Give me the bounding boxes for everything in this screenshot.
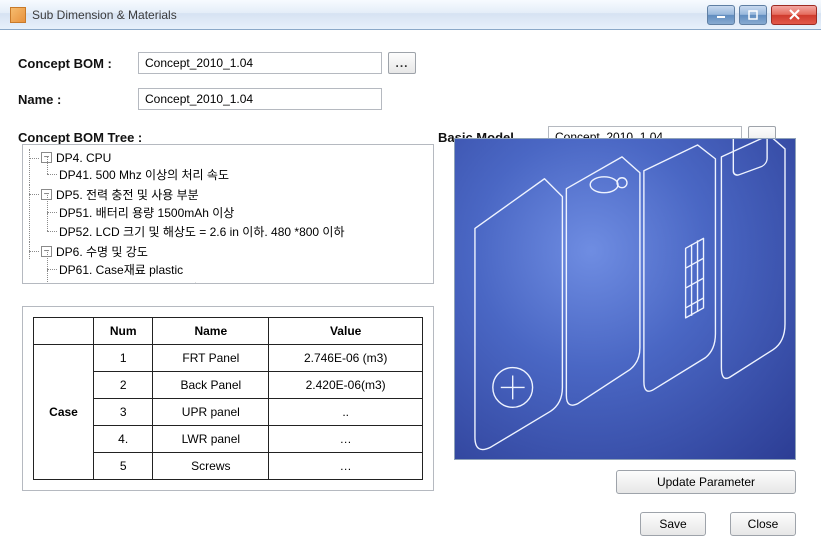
tree-node-label: DP61. Case재료 plastic (59, 263, 183, 277)
tree-node-label: DP4. CPU (56, 151, 111, 165)
cell-num: 3 (94, 399, 153, 426)
ellipsis-icon: ... (395, 56, 408, 70)
concept-bom-browse-button[interactable]: ... (388, 52, 416, 74)
cell-name: FRT Panel (153, 345, 269, 372)
window-titlebar: Sub Dimension & Materials (0, 0, 821, 30)
window-title: Sub Dimension & Materials (32, 8, 703, 22)
cell-value: … (269, 453, 423, 480)
button-label: Update Parameter (657, 475, 755, 489)
cell-value: … (269, 426, 423, 453)
save-button[interactable]: Save (640, 512, 706, 536)
cell-value: 2.420E-06(m3) (269, 372, 423, 399)
tree-node-label: DP6. 수명 및 강도 (56, 245, 148, 259)
window-maximize-button[interactable] (739, 5, 767, 25)
tree-node[interactable]: −DP4. CPU DP41. 500 Mhz 이상의 처리 속도 (41, 149, 433, 185)
cell-num: 2 (94, 372, 153, 399)
client-area: Concept BOM : ... Name : Concept BOM Tre… (8, 38, 813, 548)
phone-exploded-view-icon (455, 139, 795, 459)
cell-name: Back Panel (153, 372, 269, 399)
tree-node-label: DP52. LCD 크기 및 해상도 = 2.6 in 이하. 480 *800… (59, 225, 345, 239)
table-header-row: Num Name Value (34, 318, 423, 345)
name-field[interactable] (138, 88, 382, 110)
table-row: Case 1 FRT Panel 2.746E-06 (m3) (34, 345, 423, 372)
cell-num: 1 (94, 345, 153, 372)
tree-node-label: DP62. UPR/LWR panel 재료 steel (59, 282, 237, 284)
tree-node-label: DP5. 전력 충전 및 사용 부분 (56, 188, 199, 202)
tree-node[interactable]: −DP6. 수명 및 강도 DP61. Case재료 plastic DP62.… (41, 242, 433, 284)
col-name: Name (153, 318, 269, 345)
cell-num: 5 (94, 453, 153, 480)
tree-node[interactable]: DP52. LCD 크기 및 해상도 = 2.6 in 이하. 480 *800… (59, 222, 433, 241)
button-label: Save (659, 517, 686, 531)
window-close-button[interactable] (771, 5, 817, 25)
concept-bom-label: Concept BOM : (18, 56, 138, 71)
cell-name: UPR panel (153, 399, 269, 426)
app-icon (10, 7, 26, 23)
concept-bom-field[interactable] (138, 52, 382, 74)
col-num: Num (94, 318, 153, 345)
cell-num: 4. (94, 426, 153, 453)
tree-node-label: DP41. 500 Mhz 이상의 처리 속도 (59, 168, 229, 182)
row-group-header: Case (34, 345, 94, 480)
button-label: Close (748, 517, 779, 531)
materials-table-frame: Num Name Value Case 1 FRT Panel 2.746E-0… (22, 306, 434, 491)
concept-bom-tree[interactable]: −DP4. CPU DP41. 500 Mhz 이상의 처리 속도 −DP5. … (22, 144, 434, 284)
cell-value: .. (269, 399, 423, 426)
update-parameter-button[interactable]: Update Parameter (616, 470, 796, 494)
close-button[interactable]: Close (730, 512, 796, 536)
tree-node[interactable]: −DP5. 전력 충전 및 사용 부분 DP51. 배터리 용량 1500mAh… (41, 185, 433, 242)
col-value: Value (269, 318, 423, 345)
tree-node[interactable]: DP61. Case재료 plastic (59, 260, 433, 279)
cell-name: Screws (153, 453, 269, 480)
materials-table: Num Name Value Case 1 FRT Panel 2.746E-0… (33, 317, 423, 480)
minimize-icon (716, 10, 726, 20)
tree-node[interactable]: DP41. 500 Mhz 이상의 처리 속도 (59, 165, 433, 184)
model-preview (454, 138, 796, 460)
cell-name: LWR panel (153, 426, 269, 453)
cell-value: 2.746E-06 (m3) (269, 345, 423, 372)
name-label: Name : (18, 92, 138, 107)
tree-node-label: DP51. 배터리 용량 1500mAh 이상 (59, 206, 234, 220)
tree-label: Concept BOM Tree : (18, 130, 438, 145)
tree-node[interactable]: DP62. UPR/LWR panel 재료 steel (59, 279, 433, 284)
maximize-icon (748, 10, 758, 20)
window-minimize-button[interactable] (707, 5, 735, 25)
tree-node[interactable]: DP51. 배터리 용량 1500mAh 이상 (59, 203, 433, 222)
close-icon (789, 9, 800, 20)
